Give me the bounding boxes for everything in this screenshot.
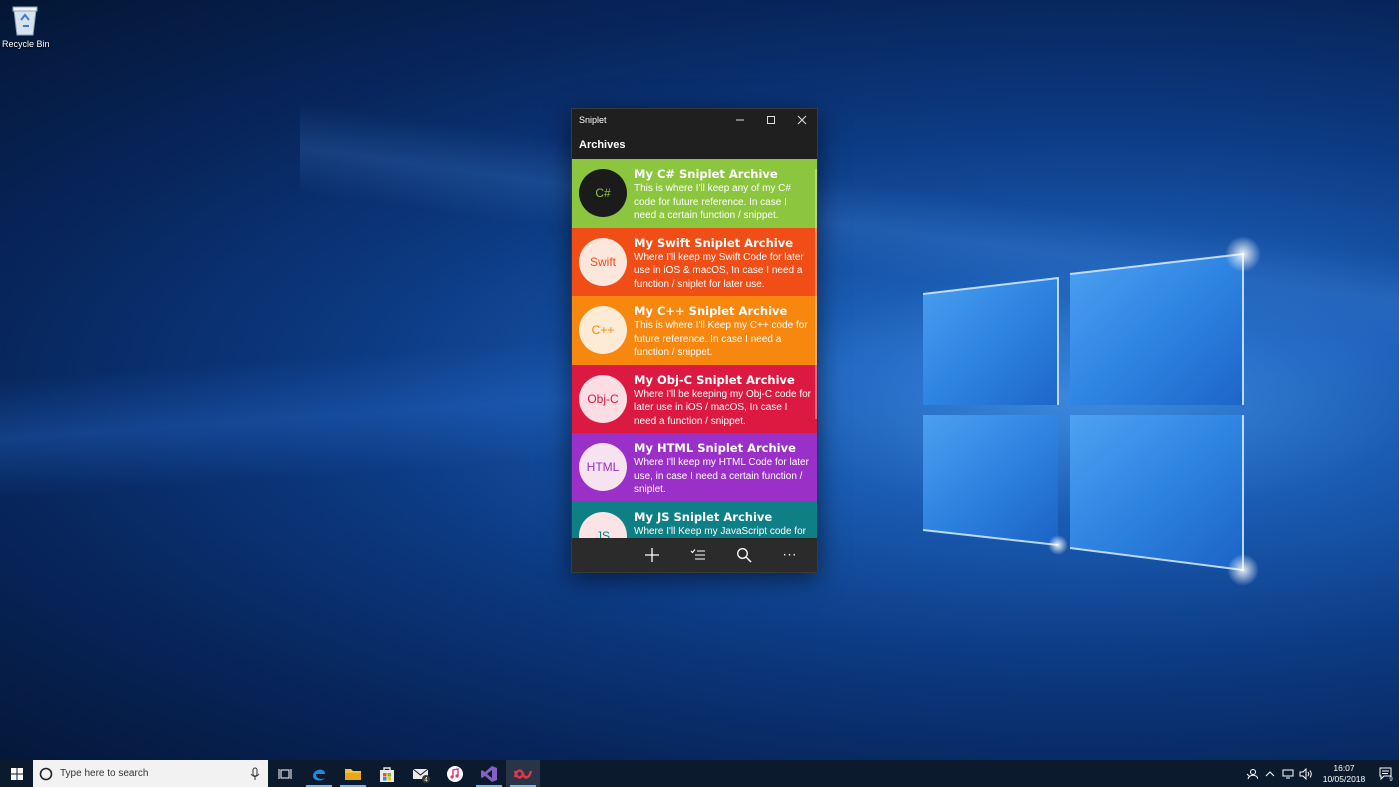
show-hidden-icons-button[interactable] [1261,760,1279,787]
archive-description: Where I'll keep my HTML Code for later u… [634,457,809,496]
close-icon [797,115,806,124]
cortana-icon [39,767,53,780]
notification-icon: 9 [1379,767,1393,782]
notification-badge: 9 [1389,777,1393,782]
clock-time: 16:07 [1333,762,1355,773]
archive-description: This is where I'll keep any of my C# cod… [634,183,791,222]
desktop-icon-recycle-bin[interactable]: Recycle Bin [2,4,50,49]
archive-item[interactable]: Swift My Swift Sniplet Archive Where I'll … [572,227,817,296]
taskbar-app-sniplet[interactable] [506,760,540,787]
mail-icon: 4 [412,768,430,783]
clock-date: 10/05/2018 [1322,773,1366,784]
edge-icon [313,769,325,780]
archive-avatar: HTML [579,443,627,491]
microphone-icon[interactable] [248,767,262,781]
window-title: Sniplet [579,114,607,125]
archive-text: My JS Sniplet Archive Where I'll Keep my … [634,510,811,539]
taskbar-app-store[interactable] [370,760,404,787]
store-icon [380,766,394,782]
archive-title: My HTML Sniplet Archive [634,441,796,455]
search-icon [737,548,752,563]
maximize-icon [766,115,775,124]
scrollbar-thumb[interactable] [815,169,817,419]
taskbar-app-visual-studio[interactable] [472,760,506,787]
archive-item[interactable]: C++ My C++ Sniplet Archive This is where I… [572,296,817,365]
taskbar-search-box[interactable]: Type here to search [33,760,268,787]
taskbar-app-edge[interactable] [302,760,336,787]
command-bar: ··· [572,538,817,572]
archive-text: My Swift Sniplet Archive Where I'll keep … [634,236,811,292]
page-title: Archives [579,138,626,151]
itunes-icon [447,765,463,782]
sniplet-icon [513,768,533,779]
taskbar-app-file-explorer[interactable] [336,760,370,787]
folder-icon [345,768,361,780]
minimize-icon [735,119,744,120]
clock[interactable]: 16:07 10/05/2018 [1315,763,1373,785]
visual-studio-icon [481,765,497,782]
volume-button[interactable] [1297,760,1315,787]
select-button[interactable] [675,538,721,572]
archive-item[interactable]: JS My JS Sniplet Archive Where I'll Keep m… [572,501,817,539]
archive-title: My Swift Sniplet Archive [634,235,793,250]
archive-avatar: Swift [579,237,627,286]
search-placeholder: Type here to search [60,768,149,779]
taskbar-app-itunes[interactable] [438,760,472,787]
close-button[interactable] [786,109,817,130]
minimize-button[interactable] [724,109,755,130]
archive-avatar: C++ [579,306,627,354]
people-button[interactable] [1243,760,1261,787]
title-bar[interactable]: Sniplet [572,109,817,130]
archive-avatar: JS [579,511,627,538]
archive-title: My C++ Sniplet Archive [634,304,788,318]
sniplet-window[interactable]: Sniplet Archives C# My C# Sniplet Archive… [571,108,818,573]
archive-text: My HTML Sniplet Archive Where I'll keep m… [634,441,811,497]
archive-avatar: Obj-C [579,374,627,423]
task-view-icon [278,768,292,779]
archive-description: Where I'll Keep my JavaScript code for l… [634,525,806,537]
archive-title: My Obj-C Sniplet Archive [634,372,795,387]
recycle-bin-icon [12,6,38,36]
archive-text: My Obj-C Sniplet Archive Where I'll be ke… [634,373,811,429]
chevron-up-icon [1265,770,1275,776]
more-icon: ··· [782,548,798,562]
system-tray: 16:07 10/05/2018 9 [1243,760,1399,787]
add-button[interactable] [629,538,675,572]
task-view-button[interactable] [268,760,302,787]
more-button[interactable]: ··· [767,538,813,572]
archive-item[interactable]: HTML My HTML Sniplet Archive Where I'll ke… [572,433,817,502]
archive-description: This is where I'll Keep my C++ code for … [634,320,808,359]
archive-description: Where I'll be keeping my Obj-C code for … [634,388,811,427]
recycle-bin-label: Recycle Bin [2,39,50,49]
taskbar: Type here to search 4 16:07 10/05/2018 9 [0,760,1399,787]
archive-description: Where I'll keep my Swift Code for later … [634,251,804,290]
maximize-button[interactable] [755,109,786,130]
archive-item[interactable]: Obj-C My Obj-C Sniplet Archive Where I'll … [572,364,817,433]
taskbar-app-mail[interactable]: 4 [404,760,438,787]
volume-icon [1299,767,1312,780]
archive-item[interactable]: C# My C# Sniplet Archive This is where I'l… [572,159,817,228]
archive-avatar: C# [579,169,627,217]
search-button[interactable] [721,538,767,572]
archive-text: My C++ Sniplet Archive This is where I'll… [634,304,811,360]
network-button[interactable] [1279,760,1297,787]
archive-list[interactable]: C# My C# Sniplet Archive This is where I'l… [572,159,817,538]
archive-text: My C# Sniplet Archive This is where I'll … [634,167,811,223]
windows-start-icon [10,767,23,780]
archive-title: My JS Sniplet Archive [634,509,773,524]
people-icon [1246,768,1258,779]
checklist-icon [690,549,705,560]
network-icon [1282,769,1294,778]
start-button[interactable] [0,760,33,787]
plus-icon [645,548,659,562]
archive-title: My C# Sniplet Archive [634,167,778,181]
action-center-button[interactable]: 9 [1373,760,1399,787]
